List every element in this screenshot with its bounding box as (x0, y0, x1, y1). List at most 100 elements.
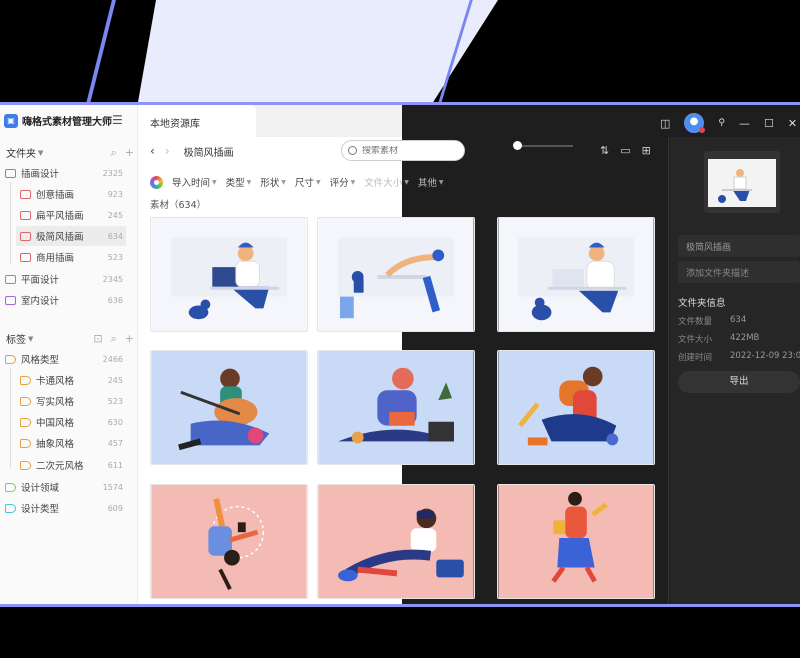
filter-bar: 导入时间 ▼ 类型 ▼ 形状 ▼ 尺寸 ▼ 评分 ▼ 文件大小 ▼ 其他 ▼ (150, 175, 443, 189)
filter-size[interactable]: 尺寸 ▼ (295, 175, 321, 189)
tag-label: 设计领域 (21, 483, 60, 494)
folder-icon (5, 295, 16, 305)
app-window: 本地资源库 ▣ 嗨格式素材管理大师 ☰ 文件夹 ▼ ⌕ + 插画设计 2325 … (0, 105, 800, 604)
zoom-slider-knob[interactable] (513, 141, 522, 150)
tag-count: 609 (107, 503, 123, 513)
folder-icon (20, 252, 31, 262)
asset-card[interactable] (317, 350, 475, 465)
material-count: 素材（634） (150, 200, 207, 211)
info-row-file-count: 文件数量 634 (678, 315, 747, 327)
panel-toggle-icon[interactable]: ◫ (660, 117, 670, 130)
folders-header[interactable]: 文件夹 ▼ ⌕ + (6, 145, 134, 161)
search-icon[interactable]: ⌕ (111, 146, 117, 160)
folder-count: 2345 (102, 274, 123, 284)
folder-count: 523 (107, 252, 123, 262)
tag-manage-icon[interactable]: ⊡ (93, 332, 102, 346)
filter-shape[interactable]: 形状 ▼ (260, 175, 286, 189)
tags-header[interactable]: 标签 ▼ ⊡ ⌕ + (6, 331, 134, 347)
illustration-reading (318, 351, 474, 464)
illustration-yoga-cat (318, 218, 474, 331)
asset-card[interactable] (497, 217, 655, 332)
folder-count: 245 (107, 210, 123, 220)
sidebar-item-tag[interactable]: 抽象风格 457 (20, 433, 123, 453)
asset-card[interactable] (150, 350, 308, 465)
sidebar-item-folder[interactable]: 创意插画 923 (20, 184, 123, 204)
tag-label: 写实风格 (36, 397, 75, 408)
folder-label: 商用插画 (36, 253, 75, 264)
zoom-slider-track[interactable] (513, 141, 573, 150)
asset-card[interactable] (150, 217, 308, 332)
sidebar-item-folder-selected[interactable]: 极简风插画 634 (16, 226, 126, 246)
breadcrumb-current[interactable]: 极简风插画 (184, 144, 234, 159)
folder-count: 636 (107, 295, 123, 305)
sidebar-item-tag[interactable]: 风格类型 2466 (5, 349, 123, 369)
folder-label: 极简风插画 (36, 232, 84, 243)
sidebar-item-folder[interactable]: 平面设计 2345 (5, 269, 123, 289)
menu-icon[interactable]: ☰ (112, 113, 123, 127)
tree-guide-line (10, 368, 11, 468)
search-box[interactable] (341, 140, 465, 161)
folder-label: 创意插画 (36, 190, 75, 201)
minimize-icon[interactable]: — (739, 117, 750, 130)
search-input[interactable] (362, 145, 442, 156)
sort-icon[interactable]: ⇅ (600, 144, 609, 157)
tag-count: 611 (107, 460, 123, 470)
asset-card[interactable] (150, 484, 308, 599)
illustration-painting (498, 351, 654, 464)
tree-guide-line (10, 182, 11, 264)
tag-count: 2466 (102, 354, 123, 364)
add-icon[interactable]: + (125, 332, 134, 346)
sidebar-item-folder[interactable]: 商用插画 523 (20, 247, 123, 267)
maximize-icon[interactable]: ☐ (764, 117, 774, 130)
breadcrumb: ‹ › 极简风插画 (150, 141, 234, 161)
tag-count: 523 (107, 396, 123, 406)
folder-thumbnail (704, 151, 780, 213)
filter-type[interactable]: 类型 ▼ (226, 175, 252, 189)
illustration-walking (498, 485, 654, 598)
display-icon[interactable]: ▭ (620, 144, 630, 157)
close-icon[interactable]: ✕ (788, 117, 797, 130)
filter-file-size[interactable]: 文件大小 ▼ (364, 175, 409, 189)
tag-count: 1574 (102, 482, 123, 492)
zoom-slider[interactable] (513, 141, 573, 150)
sidebar-item-tag[interactable]: 二次元风格 611 (20, 455, 123, 475)
filter-import-time[interactable]: 导入时间 ▼ (172, 175, 217, 189)
asset-card[interactable] (497, 484, 655, 599)
filter-other[interactable]: 其他 ▼ (418, 175, 444, 189)
illustration-guitar (151, 351, 307, 464)
add-icon[interactable]: + (125, 146, 134, 160)
pin-icon[interactable]: ⚲ (718, 118, 725, 128)
brand: ▣ 嗨格式素材管理大师 (4, 113, 112, 128)
avatar[interactable] (684, 113, 706, 133)
asset-card[interactable] (497, 350, 655, 465)
sidebar-item-folder[interactable]: 室内设计 636 (5, 290, 123, 310)
back-arrow-icon[interactable]: ‹ (150, 144, 155, 158)
sidebar-item-folder[interactable]: 扁平风插画 245 (20, 205, 123, 225)
sidebar-item-tag[interactable]: 卡通风格 245 (20, 370, 123, 390)
sidebar-item-tag[interactable]: 设计类型 609 (5, 498, 123, 518)
tag-count: 457 (107, 438, 123, 448)
layout-icon[interactable]: ⊞ (642, 144, 651, 157)
folder-label: 插画设计 (21, 169, 60, 180)
asset-card[interactable] (317, 484, 475, 599)
sidebar-item-folder[interactable]: 插画设计 2325 (5, 163, 123, 183)
folder-name-field[interactable]: 极简风插画 (678, 235, 800, 257)
sidebar-item-tag[interactable]: 中国风格 630 (20, 412, 123, 432)
export-button[interactable]: 导出 (678, 371, 800, 393)
sidebar-item-tag[interactable]: 写实风格 523 (20, 391, 123, 411)
tag-icon (5, 503, 16, 513)
tab-local-library-label[interactable]: 本地资源库 (150, 115, 200, 130)
color-filter-icon[interactable] (150, 175, 163, 189)
sidebar-item-tag[interactable]: 设计领域 1574 (5, 477, 123, 497)
folder-label: 扁平风插画 (36, 211, 84, 222)
folder-thumbnail-image (708, 159, 776, 207)
folder-label: 室内设计 (21, 296, 60, 307)
filter-rating[interactable]: 评分 ▼ (330, 175, 356, 189)
search-icon (348, 146, 357, 155)
tag-icon (20, 417, 31, 427)
folder-description-field[interactable]: 添加文件夹描述 (678, 261, 800, 283)
app-name: 嗨格式素材管理大师 (22, 117, 112, 128)
asset-card[interactable] (317, 217, 475, 332)
forward-arrow-icon[interactable]: › (165, 144, 170, 158)
search-icon[interactable]: ⌕ (111, 332, 117, 346)
